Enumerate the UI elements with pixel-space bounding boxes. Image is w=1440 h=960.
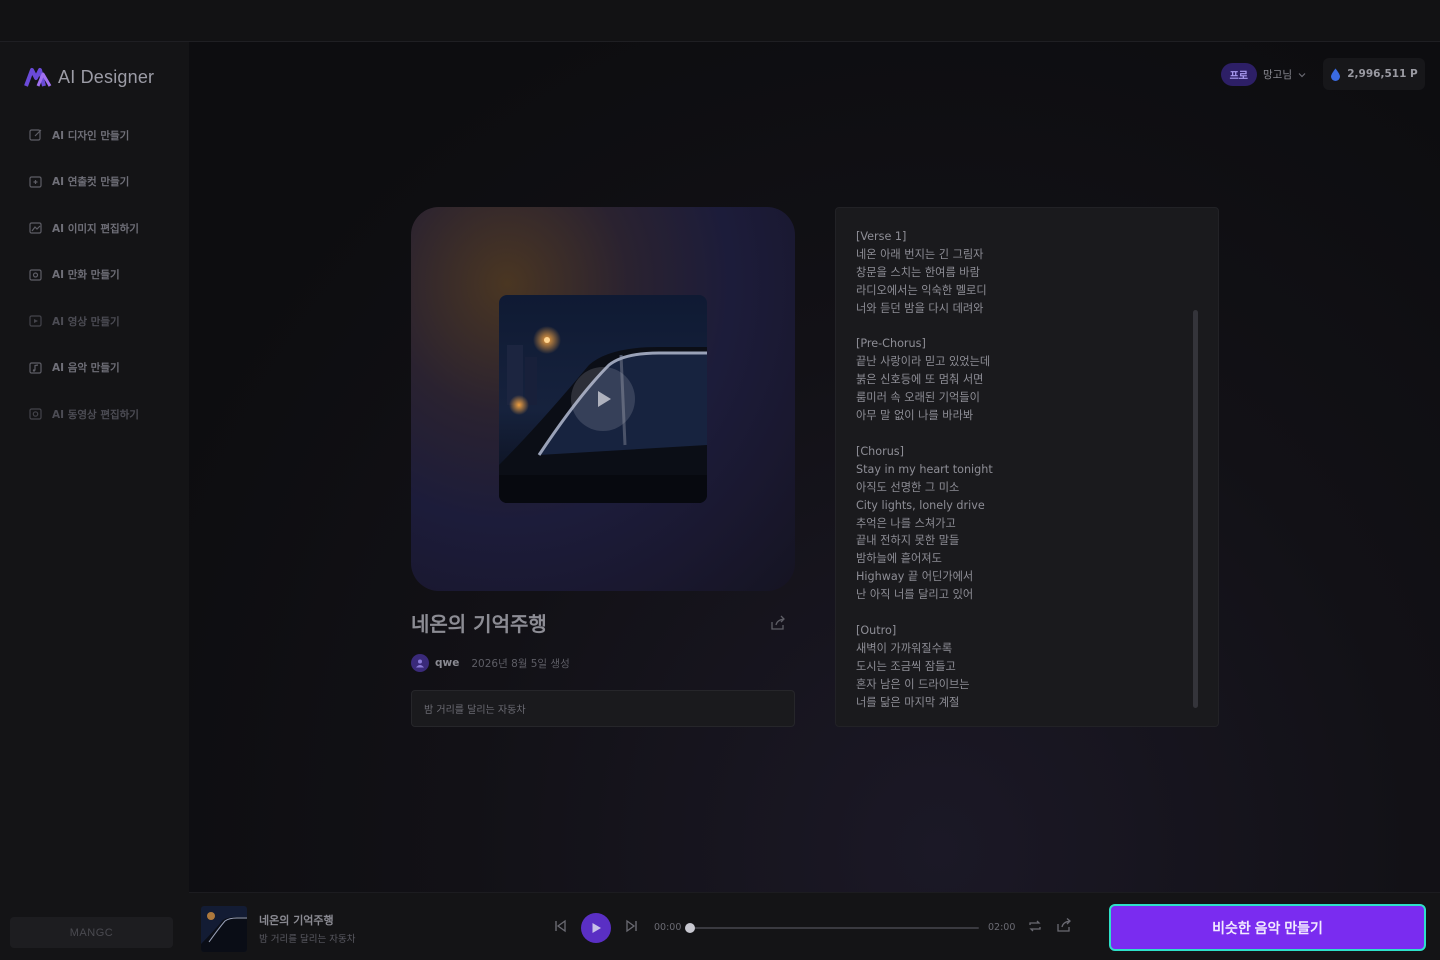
chevron-down-icon bbox=[1298, 72, 1306, 77]
points-balance[interactable]: 2,996,511 P bbox=[1323, 58, 1425, 90]
car-night-thumb bbox=[201, 906, 247, 952]
song-title: 네온의 기억주행 bbox=[411, 612, 547, 636]
top-bar bbox=[0, 0, 1440, 42]
play-icon bbox=[598, 391, 611, 407]
logo-text: AI Designer bbox=[58, 66, 155, 87]
plan-badge: 프로 bbox=[1220, 63, 1258, 86]
skip-back-icon[interactable] bbox=[552, 918, 568, 934]
sidebar-item-label: AI 만화 만들기 bbox=[52, 269, 120, 282]
user-icon bbox=[416, 659, 424, 668]
image-edit-icon bbox=[29, 221, 43, 235]
sidebar-item-ai-image-edit[interactable]: AI 이미지 편집하기 bbox=[29, 205, 139, 252]
lyrics-scrollbar[interactable] bbox=[1193, 310, 1198, 708]
music-icon bbox=[29, 361, 43, 375]
sidebar-item-ai-design[interactable]: AI 디자인 만들기 bbox=[29, 112, 139, 159]
cover-image[interactable] bbox=[499, 295, 707, 503]
progress-knob[interactable] bbox=[685, 923, 695, 933]
sidebar-item-label: AI 이미지 편집하기 bbox=[52, 222, 139, 235]
player-title: 네온의 기억주행 bbox=[259, 914, 334, 927]
sidebar-item-ai-comic[interactable]: AI 만화 만들기 bbox=[29, 252, 139, 299]
edit-icon bbox=[29, 128, 43, 142]
sidebar-item-ai-music[interactable]: AI 음악 만들기 bbox=[29, 345, 139, 392]
user-menu[interactable]: 프로 망고님 bbox=[1220, 63, 1306, 86]
repeat-icon[interactable] bbox=[1027, 918, 1043, 934]
sidebar-item-ai-video-edit[interactable]: AI 동영상 편집하기 bbox=[29, 391, 139, 438]
logo-icon bbox=[24, 68, 52, 87]
sidebar-item-ai-scene[interactable]: AI 연출컷 만들기 bbox=[29, 159, 139, 206]
sidebar-item-label: AI 연출컷 만들기 bbox=[52, 176, 130, 189]
prompt-text: 밤 거리를 달리는 자동차 bbox=[411, 690, 795, 727]
video-icon bbox=[29, 314, 43, 328]
video-edit-icon bbox=[29, 407, 43, 421]
total-time: 02:00 bbox=[988, 922, 1016, 933]
player-thumbnail bbox=[201, 906, 247, 952]
comic-icon bbox=[29, 268, 43, 282]
lyrics-text: [Verse 1] 네온 아래 번지는 긴 그림자 창문을 스치는 한여름 바람… bbox=[856, 230, 993, 708]
sidebar-item-label: AI 음악 만들기 bbox=[52, 362, 120, 375]
lyrics-panel: [Verse 1] 네온 아래 번지는 긴 그림자 창문을 스치는 한여름 바람… bbox=[835, 207, 1219, 727]
skip-forward-icon[interactable] bbox=[624, 918, 640, 934]
image-plus-icon bbox=[29, 175, 43, 189]
song-meta: qwe 2026년 8월 5일 생성 bbox=[411, 654, 570, 672]
play-icon bbox=[592, 923, 601, 933]
current-time: 00:00 bbox=[654, 922, 682, 933]
sidebar-item-label: AI 동영상 편집하기 bbox=[52, 408, 139, 421]
play-button[interactable] bbox=[571, 367, 635, 431]
sidebar-item-label: AI 영상 만들기 bbox=[52, 315, 120, 328]
progress-track[interactable] bbox=[685, 923, 979, 933]
album-cover bbox=[411, 207, 795, 591]
logo[interactable]: AI Designer bbox=[24, 66, 154, 88]
sidebar-item-label: AI 디자인 만들기 bbox=[52, 129, 130, 142]
author-name: qwe bbox=[435, 657, 460, 669]
player-play-button[interactable] bbox=[581, 913, 611, 943]
created-date: 2026년 8월 5일 생성 bbox=[471, 657, 570, 670]
points-value: 2,996,511 P bbox=[1347, 68, 1418, 80]
share-icon[interactable] bbox=[769, 614, 787, 632]
player-subtitle: 밤 거리를 달리는 자동차 bbox=[259, 934, 356, 945]
create-similar-music-button[interactable]: 비슷한 음악 만들기 bbox=[1109, 904, 1426, 951]
avatar bbox=[411, 654, 429, 672]
player-bar: 네온의 기억주행 밤 거리를 달리는 자동차 00:00 02:00 비슷한 음… bbox=[189, 892, 1440, 960]
drop-icon bbox=[1331, 68, 1341, 81]
main-content: 프로 망고님 2,996,511 P 네온의 기억주행 qwe 2026년 8월… bbox=[189, 42, 1440, 892]
sidebar-item-ai-video[interactable]: AI 영상 만들기 bbox=[29, 298, 139, 345]
user-name: 망고님 bbox=[1263, 69, 1292, 81]
sidebar-menu: AI 디자인 만들기 AI 연출컷 만들기 AI 이미지 편집하기 AI 만화 … bbox=[29, 112, 139, 438]
share-icon[interactable] bbox=[1056, 917, 1072, 933]
brand-footer: MANGC bbox=[10, 917, 173, 948]
sidebar: AI Designer AI 디자인 만들기 AI 연출컷 만들기 AI 이미지… bbox=[0, 42, 189, 960]
